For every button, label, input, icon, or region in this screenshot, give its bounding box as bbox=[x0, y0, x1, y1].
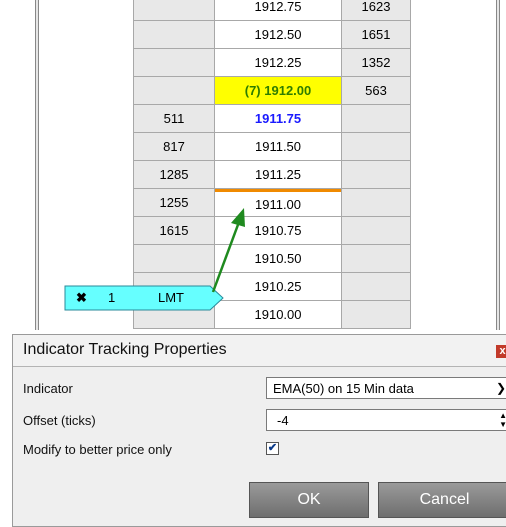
ask-size-cell[interactable]: 563 bbox=[341, 77, 411, 105]
price-cell[interactable]: 1912.50 bbox=[215, 21, 341, 49]
spin-up-icon[interactable]: ▲ bbox=[499, 411, 506, 420]
indicator-tracking-dialog: Indicator Tracking Properties x Indicato… bbox=[12, 334, 506, 527]
indicator-select[interactable]: EMA(50) on 15 Min data ❯ bbox=[266, 377, 506, 399]
ladder-row: 1910.50 bbox=[133, 245, 411, 273]
ladder-row: 1285 1911.25 bbox=[133, 161, 411, 189]
ask-size-cell[interactable] bbox=[341, 133, 411, 161]
bid-size-cell[interactable]: 1615 bbox=[133, 217, 215, 245]
ask-size-cell[interactable] bbox=[341, 273, 411, 301]
ask-size-cell[interactable] bbox=[341, 301, 411, 329]
close-icon[interactable]: x bbox=[496, 345, 506, 358]
ask-size-cell[interactable]: 1651 bbox=[341, 21, 411, 49]
price-cell[interactable]: 1910.25 bbox=[215, 273, 341, 301]
spin-down-icon[interactable]: ▼ bbox=[499, 420, 506, 429]
ok-button[interactable]: OK bbox=[249, 482, 369, 518]
modify-better-price-label: Modify to better price only bbox=[23, 442, 172, 457]
offset-label: Offset (ticks) bbox=[23, 413, 96, 428]
bid-size-cell[interactable]: 817 bbox=[133, 133, 215, 161]
price-cell[interactable]: 1911.25 bbox=[215, 161, 341, 189]
bid-size-cell[interactable] bbox=[133, 77, 215, 105]
ask-size-cell[interactable] bbox=[341, 161, 411, 189]
price-cell[interactable]: 1911.75 bbox=[215, 105, 341, 133]
price-cell[interactable]: 1912.75 bbox=[215, 0, 341, 21]
ladder-row: (7) 1912.00 563 bbox=[133, 77, 411, 105]
ladder-row: 817 1911.50 bbox=[133, 133, 411, 161]
ladder-row: 511 1911.75 bbox=[133, 105, 411, 133]
ask-size-cell[interactable]: 1352 bbox=[341, 49, 411, 77]
modify-better-price-checkbox[interactable]: ✔ bbox=[266, 442, 279, 455]
working-order-tag[interactable]: ✖ 1 LMT bbox=[64, 285, 224, 311]
ladder-left-frame bbox=[35, 0, 39, 330]
price-cell[interactable]: 1911.50 bbox=[215, 133, 341, 161]
ladder-row: 1912.75 1623 bbox=[133, 0, 411, 21]
indicator-label: Indicator bbox=[23, 381, 73, 396]
price-cell[interactable]: 1912.25 bbox=[215, 49, 341, 77]
price-cell[interactable]: 1910.50 bbox=[215, 245, 341, 273]
bid-size-cell[interactable]: 511 bbox=[133, 105, 215, 133]
ask-size-cell[interactable] bbox=[341, 105, 411, 133]
dialog-title: Indicator Tracking Properties bbox=[23, 341, 227, 358]
close-icon[interactable]: ✖ bbox=[76, 285, 87, 311]
bid-size-cell[interactable] bbox=[133, 49, 215, 77]
indicator-select-value: EMA(50) on 15 Min data bbox=[273, 381, 414, 396]
ask-size-cell[interactable] bbox=[341, 189, 411, 217]
bid-size-cell[interactable]: 1255 bbox=[133, 189, 215, 217]
ladder-row: 1912.25 1352 bbox=[133, 49, 411, 77]
order-quantity: 1 bbox=[108, 290, 116, 305]
chevron-down-icon[interactable]: ❯ bbox=[496, 381, 506, 395]
price-cell[interactable]: 1910.75 bbox=[215, 217, 341, 245]
ladder-row: 1615 1910.75 bbox=[133, 217, 411, 245]
price-cell[interactable]: 1910.00 bbox=[215, 301, 341, 329]
bid-size-cell[interactable] bbox=[133, 0, 215, 21]
ladder-right-frame bbox=[496, 0, 500, 330]
cancel-button[interactable]: Cancel bbox=[378, 482, 506, 518]
ask-size-cell[interactable]: 1623 bbox=[341, 0, 411, 21]
order-tag-shape bbox=[64, 285, 224, 311]
offset-spinner[interactable]: -4 ▲ ▼ bbox=[266, 409, 506, 431]
dialog-title-bar: Indicator Tracking Properties x bbox=[13, 335, 506, 367]
ladder-row: 1255 1911.00 bbox=[133, 189, 411, 217]
price-cell[interactable]: 1911.00 bbox=[215, 189, 341, 217]
ladder-row: 1912.50 1651 bbox=[133, 21, 411, 49]
order-type: LMT bbox=[158, 290, 184, 305]
bid-size-cell[interactable] bbox=[133, 21, 215, 49]
price-cell[interactable]: (7) 1912.00 bbox=[215, 77, 341, 105]
bid-size-cell[interactable]: 1285 bbox=[133, 161, 215, 189]
ask-size-cell[interactable] bbox=[341, 217, 411, 245]
bid-size-cell[interactable] bbox=[133, 245, 215, 273]
offset-value: -4 bbox=[277, 413, 289, 428]
ask-size-cell[interactable] bbox=[341, 245, 411, 273]
